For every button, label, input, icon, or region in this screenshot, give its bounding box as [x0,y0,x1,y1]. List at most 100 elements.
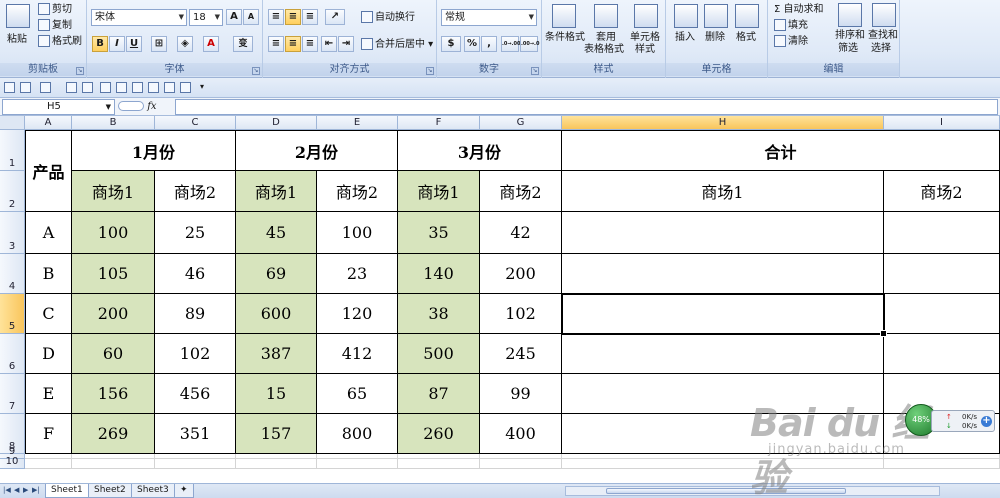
data-cell[interactable]: 351 [155,414,236,454]
grid-icon[interactable] [164,82,175,93]
camera-icon[interactable] [116,82,127,93]
font-name-select[interactable]: 宋体 ▼ [91,9,187,26]
print-preview-icon[interactable] [66,82,77,93]
data-cell[interactable]: 15 [236,374,317,414]
sheet-tab-2[interactable]: Sheet2 [88,484,132,498]
cut-button[interactable]: 剪切 [38,3,72,16]
total-cell-mall2[interactable] [884,212,1000,254]
table-format-icon[interactable] [594,4,618,28]
format-icon[interactable] [735,4,759,28]
sub-header-8[interactable]: 商场2 [884,171,1000,212]
plus-icon[interactable]: + [981,416,992,427]
total-cell-mall1[interactable] [562,334,884,374]
product-label[interactable]: C [25,294,72,334]
product-label[interactable]: E [25,374,72,414]
product-label[interactable]: F [25,414,72,454]
total-cell-mall1[interactable] [562,212,884,254]
phonetic-button[interactable]: 变 [233,36,253,52]
column-header-g[interactable]: G [480,116,562,130]
data-cell[interactable]: 65 [317,374,398,414]
data-cell[interactable]: 102 [480,294,562,334]
increase-decimal-button[interactable]: .0→.00 [501,36,520,52]
number-launcher-icon[interactable]: ↘ [531,67,539,75]
empty-cell[interactable] [398,459,480,469]
align-middle-icon[interactable]: ≡ [285,9,301,25]
data-cell[interactable]: 35 [398,212,480,254]
column-header-a[interactable]: A [25,116,72,130]
data-cell[interactable]: 412 [317,334,398,374]
month-header-3[interactable]: 3月份 [398,130,562,171]
comma-button[interactable]: , [481,36,497,52]
merge-center-button[interactable]: 合并后居中 ▾ [361,38,433,51]
clipboard-launcher-icon[interactable]: ↘ [76,67,84,75]
select-all-corner[interactable] [0,116,25,130]
product-label[interactable]: A [25,212,72,254]
row-header-5[interactable]: 5 [0,294,25,334]
sub-header-1[interactable]: 商场1 [72,171,155,212]
sub-header-2[interactable]: 商场2 [155,171,236,212]
total-cell-mall2[interactable] [884,294,1000,334]
align-bottom-icon[interactable]: ≡ [302,9,318,25]
customize-qat-icon[interactable]: ▾ [200,82,204,91]
data-cell[interactable]: 456 [155,374,236,414]
chart-icon[interactable] [148,82,159,93]
data-cell[interactable]: 157 [236,414,317,454]
data-cell[interactable]: 200 [72,294,155,334]
indent-increase-icon[interactable]: ⇥ [338,36,354,52]
row-header-6[interactable]: 6 [0,334,25,374]
font-launcher-icon[interactable]: ↘ [252,67,260,75]
insert-function-button[interactable]: fx [118,99,172,115]
sub-header-6[interactable]: 商场2 [480,171,562,212]
data-cell[interactable]: 156 [72,374,155,414]
bold-button[interactable]: B [92,36,108,52]
align-top-icon[interactable]: ≡ [268,9,284,25]
copy-button[interactable]: 复制 [38,19,72,32]
formula-input[interactable] [175,99,998,115]
grow-font-button[interactable]: A [226,9,242,25]
sort-filter-line1[interactable]: 排序和 [835,29,865,42]
total-header[interactable]: 合计 [562,130,1000,171]
data-cell[interactable]: 87 [398,374,480,414]
data-cell[interactable]: 140 [398,254,480,294]
conditional-format-icon[interactable] [552,4,576,28]
number-format-select[interactable]: 常规 ▼ [441,9,537,26]
sub-header-4[interactable]: 商场2 [317,171,398,212]
find-select-line1[interactable]: 查找和 [868,29,898,42]
underline-button[interactable]: U [126,36,142,52]
data-cell[interactable]: 89 [155,294,236,334]
data-cell[interactable]: 120 [317,294,398,334]
sort-filter-icon[interactable] [838,3,862,27]
bar-chart-icon[interactable] [180,82,191,93]
sub-header-7[interactable]: 商场1 [562,171,884,212]
product-label[interactable]: D [25,334,72,374]
data-cell[interactable]: 69 [236,254,317,294]
data-cell[interactable]: 23 [317,254,398,294]
data-cell[interactable]: 200 [480,254,562,294]
insert-icon[interactable] [674,4,698,28]
wrap-text-button[interactable]: 自动换行 [361,11,415,24]
data-cell[interactable]: 46 [155,254,236,294]
data-cell[interactable]: 38 [398,294,480,334]
empty-cell[interactable] [155,459,236,469]
find-select-line2[interactable]: 选择 [871,42,891,55]
product-label[interactable]: B [25,254,72,294]
row-header-7[interactable]: 7 [0,374,25,414]
column-header-e[interactable]: E [317,116,398,130]
data-cell[interactable]: 42 [480,212,562,254]
new-file-icon[interactable] [82,82,93,93]
empty-cell[interactable] [480,459,562,469]
total-cell-mall1[interactable] [562,254,884,294]
sheet-tab-1[interactable]: Sheet1 [45,484,89,498]
shrink-font-button[interactable]: A [243,9,259,25]
border-icon[interactable]: ⊞ [151,36,167,52]
undo-icon[interactable] [20,82,31,93]
sort-filter-line2[interactable]: 筛选 [838,42,858,55]
indent-decrease-icon[interactable]: ⇤ [321,36,337,52]
data-cell[interactable]: 245 [480,334,562,374]
empty-cell[interactable] [72,459,155,469]
row-header-4[interactable]: 4 [0,254,25,294]
align-right-icon[interactable]: ≡ [302,36,318,52]
column-header-b[interactable]: B [72,116,155,130]
sheet-tab-3[interactable]: Sheet3 [131,484,175,498]
data-cell[interactable]: 99 [480,374,562,414]
